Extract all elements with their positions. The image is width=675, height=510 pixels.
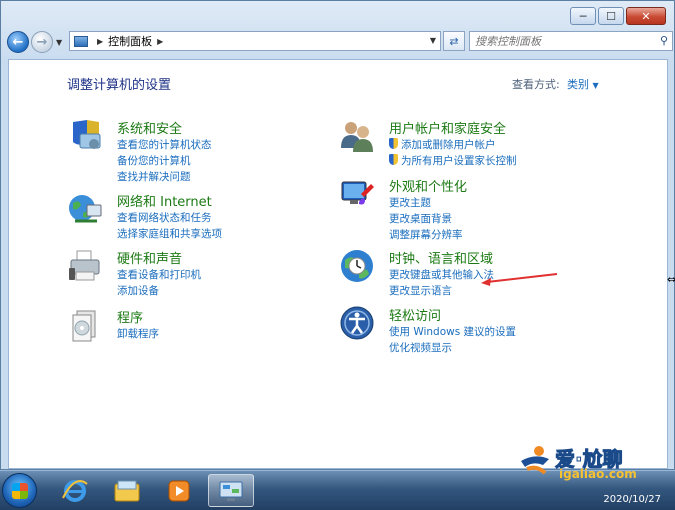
caption-buttons: ─ ☐ ✕ xyxy=(568,7,666,25)
chevron-down-icon[interactable]: ▼ xyxy=(593,81,599,90)
globe-network-icon xyxy=(69,195,102,223)
file-explorer-icon xyxy=(114,480,140,501)
address-dropdown-icon[interactable]: ▼ xyxy=(430,36,436,45)
minimize-button[interactable]: ─ xyxy=(570,7,596,25)
clock-globe-icon xyxy=(341,250,373,282)
forward-arrow-icon: → xyxy=(36,34,48,50)
internet-explorer-icon xyxy=(62,479,88,502)
shield-computer-icon xyxy=(73,120,101,149)
link-troubleshoot[interactable]: 查找并解决问题 xyxy=(117,169,191,184)
link-change-display-language[interactable]: 更改显示语言 xyxy=(389,283,452,298)
link-recommended-settings[interactable]: 使用 Windows 建议的设置 xyxy=(389,324,516,339)
refresh-button[interactable]: ⇄ xyxy=(443,31,465,51)
search-icon[interactable]: ⚲ xyxy=(660,34,668,47)
category-heading[interactable]: 用户帐户和家庭安全 xyxy=(389,118,506,137)
annotation-arrow-icon xyxy=(481,273,558,286)
taskbar-media-player[interactable] xyxy=(156,474,202,507)
view-by-dropdown[interactable]: 类别 ▼ xyxy=(567,76,599,92)
breadcrumb-separator[interactable]: ▶ xyxy=(97,37,103,46)
recent-pages-dropdown[interactable]: ▼ xyxy=(56,38,62,47)
control-panel-window: ─ ☐ ✕ ← → ▼ ▶ 控制面板 ▶ ▼ ⇄ ⚲ 调整计算机的设置 查看方式… xyxy=(0,0,675,470)
media-player-icon xyxy=(168,480,190,501)
category-heading[interactable]: 硬件和声音 xyxy=(117,248,182,267)
breadcrumb-separator[interactable]: ▶ xyxy=(157,37,163,46)
link-devices-printers[interactable]: 查看设备和打印机 xyxy=(117,267,201,282)
link-change-theme[interactable]: 更改主题 xyxy=(389,195,431,210)
link-homegroup-sharing[interactable]: 选择家庭组和共享选项 xyxy=(117,226,222,241)
link-view-computer-status[interactable]: 查看您的计算机状态 xyxy=(117,137,212,152)
control-panel-icon xyxy=(219,481,243,501)
link-text[interactable]: 添加或删除用户帐户 xyxy=(401,139,496,151)
maximize-button[interactable]: ☐ xyxy=(598,7,624,25)
start-button[interactable] xyxy=(2,473,37,508)
maximize-icon: ☐ xyxy=(606,9,616,23)
category-heading[interactable]: 网络和 Internet xyxy=(117,191,212,210)
resize-cursor-icon: ⇔ xyxy=(667,273,675,286)
printer-icon xyxy=(69,250,100,281)
link-add-remove-accounts[interactable]: 添加或删除用户帐户 xyxy=(389,137,496,152)
watermark-logo: 爱·尬聊 igaliao.com xyxy=(515,443,665,483)
category-heading[interactable]: 系统和安全 xyxy=(117,118,182,137)
users-icon xyxy=(341,122,373,152)
display-icon xyxy=(341,181,374,205)
link-uninstall-program[interactable]: 卸载程序 xyxy=(117,326,159,341)
taskbar-file-explorer[interactable] xyxy=(104,474,150,507)
category-heading[interactable]: 时钟、语言和区域 xyxy=(389,248,493,267)
link-add-device[interactable]: 添加设备 xyxy=(117,283,159,298)
back-button[interactable]: ← xyxy=(7,31,29,53)
link-parental-controls[interactable]: 为所有用户设置家长控制 xyxy=(389,153,517,168)
link-optimize-video-display[interactable]: 优化视频显示 xyxy=(389,340,452,355)
address-bar[interactable]: ▶ 控制面板 ▶ ▼ xyxy=(69,31,441,51)
main-content: 调整计算机的设置 查看方式: 类别 ▼ 系统和安全 查看您的计算机状态 备份您的… xyxy=(8,59,668,469)
taskbar-control-panel[interactable] xyxy=(208,474,254,507)
minimize-icon: ─ xyxy=(579,9,587,23)
link-backup-computer[interactable]: 备份您的计算机 xyxy=(117,153,191,168)
link-text[interactable]: 为所有用户设置家长控制 xyxy=(401,155,517,167)
control-panel-icon xyxy=(74,35,88,47)
category-heading[interactable]: 程序 xyxy=(117,307,143,326)
link-network-status[interactable]: 查看网络状态和任务 xyxy=(117,210,212,225)
navigation-bar: ← → ▼ ▶ 控制面板 ▶ ▼ ⇄ ⚲ xyxy=(7,29,673,55)
view-by-value[interactable]: 类别 xyxy=(567,78,589,91)
close-icon: ✕ xyxy=(641,9,651,23)
view-by-label: 查看方式: xyxy=(512,78,560,91)
breadcrumb-control-panel[interactable]: 控制面板 xyxy=(108,33,152,49)
link-screen-resolution[interactable]: 调整屏幕分辨率 xyxy=(389,227,463,242)
taskbar-internet-explorer[interactable] xyxy=(52,474,98,507)
category-heading[interactable]: 外观和个性化 xyxy=(389,176,467,195)
uac-shield-icon xyxy=(389,138,398,149)
watermark-figure-icon xyxy=(521,446,549,475)
programs-icon xyxy=(72,310,96,342)
taskbar-date[interactable]: 2020/10/27 xyxy=(603,494,661,505)
search-input[interactable] xyxy=(472,33,658,49)
windows-logo-icon xyxy=(12,483,28,499)
link-change-background[interactable]: 更改桌面背景 xyxy=(389,211,452,226)
close-button[interactable]: ✕ xyxy=(626,7,666,25)
forward-button[interactable]: → xyxy=(31,31,53,53)
page-title: 调整计算机的设置 xyxy=(67,78,172,93)
refresh-icon: ⇄ xyxy=(449,34,459,48)
watermark-url: igaliao.com xyxy=(559,467,637,481)
ease-of-access-icon xyxy=(340,306,374,340)
uac-shield-icon xyxy=(389,154,398,165)
search-box[interactable]: ⚲ xyxy=(469,31,673,51)
back-arrow-icon: ← xyxy=(12,34,24,50)
category-heading[interactable]: 轻松访问 xyxy=(389,305,441,324)
